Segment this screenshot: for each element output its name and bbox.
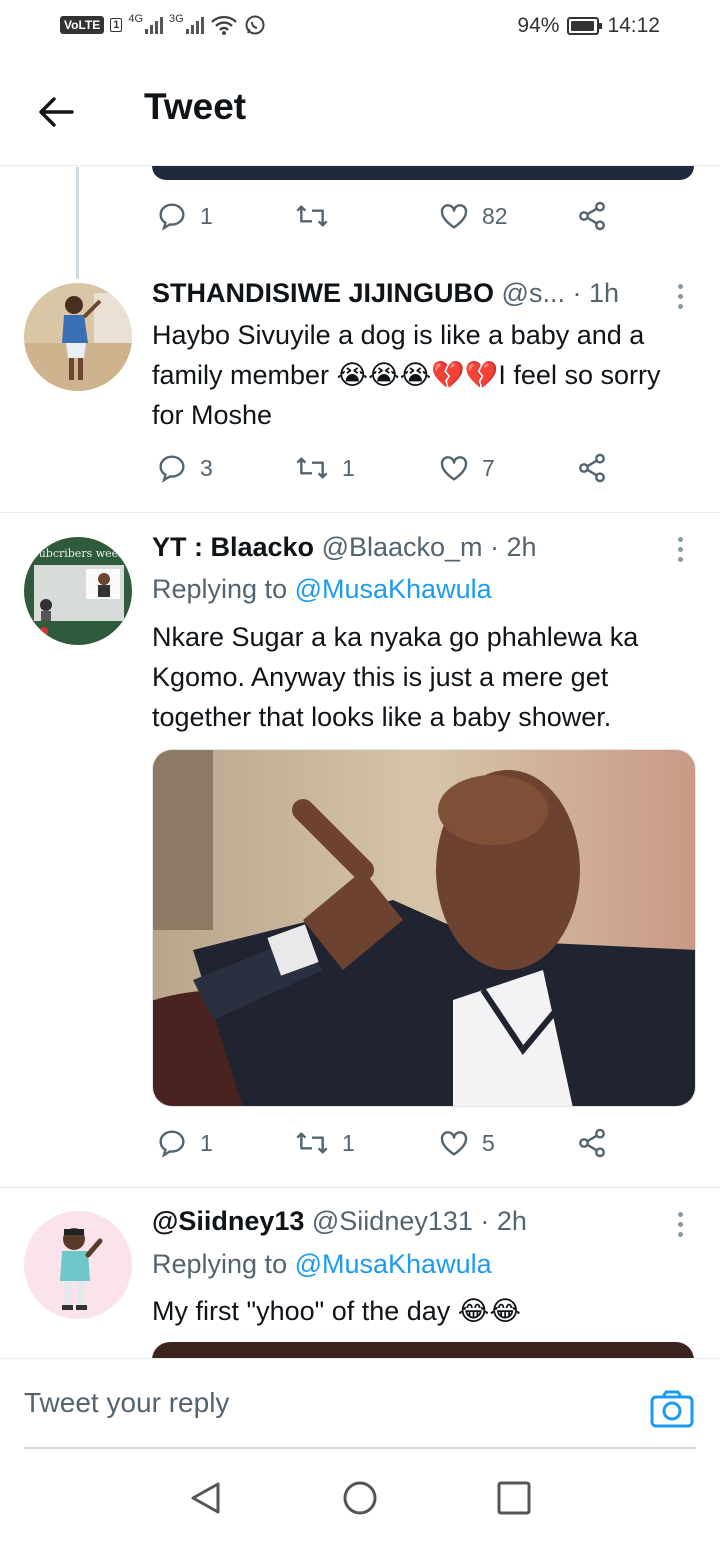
- share-icon: [579, 453, 605, 483]
- display-name[interactable]: @Siidney13: [152, 1206, 304, 1236]
- wifi-icon: [210, 15, 237, 35]
- handle-and-time: @Blaacko_m · 2h: [314, 532, 537, 562]
- like-button[interactable]: 7: [438, 452, 495, 484]
- display-name[interactable]: STHANDISIWE JIJINGUBO: [152, 278, 494, 308]
- sim-indicator: 1: [110, 18, 123, 32]
- retweet-button[interactable]: [294, 200, 342, 232]
- camera-button[interactable]: [650, 1389, 694, 1434]
- reply-icon: [159, 203, 185, 231]
- like-count: 5: [482, 1129, 495, 1156]
- retweet-icon: [296, 1132, 328, 1154]
- share-button[interactable]: [576, 452, 608, 484]
- share-button[interactable]: [576, 200, 608, 232]
- handle-and-time: @s... · 1h: [494, 278, 619, 308]
- avatar[interactable]: Subcribers week: [24, 537, 132, 645]
- more-options-button[interactable]: [674, 537, 686, 562]
- avatar[interactable]: [24, 1211, 132, 1319]
- tweet-actions: 1 82: [152, 200, 622, 240]
- square-recents-icon: [497, 1481, 531, 1515]
- tweet-divider: [0, 1187, 720, 1188]
- mention-link[interactable]: @MusaKhawula: [295, 574, 492, 604]
- media-preview-partial[interactable]: [152, 166, 694, 180]
- arrow-left-icon: [39, 97, 74, 127]
- heart-icon: [440, 1131, 468, 1156]
- retweet-icon: [296, 457, 328, 479]
- camera-icon: [650, 1390, 694, 1428]
- nav-back-button[interactable]: [188, 1480, 224, 1521]
- battery-percent: 94%: [517, 14, 560, 37]
- reply-button[interactable]: 1: [156, 1127, 213, 1159]
- tweet-text: Haybo Sivuyile a dog is like a baby and …: [152, 320, 661, 430]
- tweet-photo[interactable]: [152, 749, 696, 1107]
- network-type-2: 3G: [169, 13, 184, 25]
- retweet-count: 1: [342, 454, 355, 481]
- retweet-count: 1: [342, 1129, 355, 1156]
- page-title: Tweet: [144, 86, 247, 127]
- tweet-header: STHANDISIWE JIJINGUBO @s... · 1h: [152, 278, 692, 309]
- mention-link[interactable]: @MusaKhawula: [295, 1249, 492, 1279]
- tweet-header: @Siidney13 @Siidney131 · 2h: [152, 1206, 692, 1237]
- status-left: VoLTE 1 4G 3G: [60, 13, 266, 36]
- tweet-header: YT : Blaacko @Blaacko_m · 2h: [152, 532, 692, 563]
- status-bar: VoLTE 1 4G 3G 94% 14:12: [0, 0, 720, 56]
- tweet-divider: [0, 512, 720, 513]
- thread-connector: [76, 167, 79, 279]
- replying-label: Replying to: [152, 574, 295, 604]
- reply-button[interactable]: 3: [156, 452, 213, 484]
- share-icon: [579, 1128, 605, 1158]
- tweet-text: My first "yhoo" of the day 😂😂: [152, 1296, 521, 1326]
- nav-home-button[interactable]: [342, 1480, 378, 1521]
- tweet-photo-image: [153, 750, 695, 1106]
- tweet-actions: 1 1 5: [152, 1127, 622, 1167]
- system-nav-bar: [0, 1454, 720, 1541]
- volte-indicator: VoLTE: [60, 16, 105, 34]
- reply-count: 1: [200, 1129, 213, 1156]
- display-name[interactable]: YT : Blaacko: [152, 532, 314, 562]
- like-button[interactable]: 5: [438, 1127, 495, 1159]
- replying-to: Replying to @MusaKhawula: [152, 1249, 492, 1280]
- reply-composer: Tweet your reply: [0, 1358, 720, 1454]
- triangle-back-icon: [191, 1482, 220, 1514]
- signal-icon-2: [185, 16, 204, 34]
- reply-count: 3: [200, 454, 213, 481]
- battery-icon: [567, 17, 603, 35]
- reply-input[interactable]: Tweet your reply: [24, 1387, 229, 1419]
- retweet-icon: [296, 205, 328, 227]
- avatar-photo: Subcribers week: [24, 537, 132, 645]
- reply-icon: [159, 1130, 185, 1158]
- status-right: 94% 14:12: [517, 14, 660, 38]
- reply-icon: [159, 455, 185, 483]
- retweet-button[interactable]: 1: [294, 1127, 355, 1159]
- reply-count: 1: [200, 202, 213, 229]
- whatsapp-icon: [245, 15, 265, 35]
- replying-label: Replying to: [152, 1249, 295, 1279]
- avatar[interactable]: [24, 283, 132, 391]
- retweet-button[interactable]: 1: [294, 452, 355, 484]
- clock: 14:12: [607, 14, 660, 37]
- top-app-bar: Tweet: [0, 56, 720, 166]
- more-options-button[interactable]: [674, 284, 686, 309]
- heart-icon: [440, 204, 468, 229]
- circle-home-icon: [343, 1481, 377, 1515]
- avatar-caption: Subcribers week: [31, 547, 125, 560]
- heart-icon: [440, 456, 468, 481]
- signal-icon: [145, 16, 164, 34]
- avatar-photo: [24, 283, 132, 391]
- more-options-button[interactable]: [674, 1212, 686, 1237]
- tweet-text: Nkare Sugar a ka nyaka go phahlewa ka Kg…: [152, 622, 639, 732]
- like-count: 7: [482, 454, 495, 481]
- replying-to: Replying to @MusaKhawula: [152, 574, 492, 605]
- share-icon: [579, 201, 605, 231]
- back-button[interactable]: [32, 88, 80, 136]
- like-count: 82: [482, 202, 508, 229]
- handle-and-time: @Siidney131 · 2h: [304, 1206, 527, 1236]
- avatar-photo: [24, 1211, 132, 1319]
- network-type-1: 4G: [128, 13, 144, 25]
- reply-button[interactable]: 1: [156, 200, 213, 232]
- like-button[interactable]: 82: [438, 200, 508, 232]
- input-underline: [24, 1447, 696, 1449]
- tweet-actions: 3 1 7: [152, 452, 622, 492]
- nav-recents-button[interactable]: [496, 1480, 532, 1521]
- share-button[interactable]: [576, 1127, 608, 1159]
